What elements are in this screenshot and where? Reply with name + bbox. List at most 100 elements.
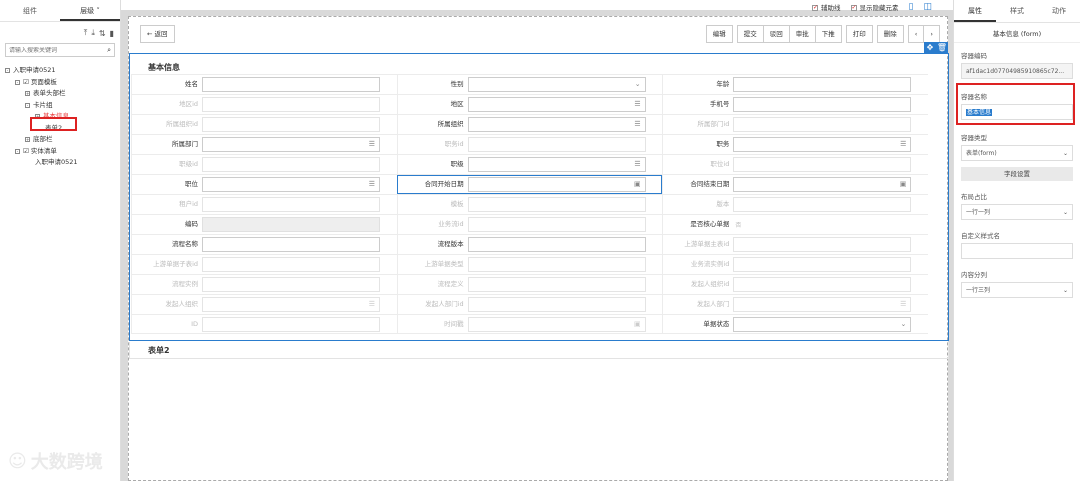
- collapse-icon[interactable]: -: [15, 79, 20, 85]
- tree-node[interactable]: + 表单头部栏: [0, 88, 120, 100]
- field-input[interactable]: [202, 217, 380, 232]
- tab-actions[interactable]: 动作: [1038, 0, 1080, 22]
- field-input[interactable]: ⌄: [467, 77, 646, 92]
- cols-select[interactable]: 一行三列 ⌄: [961, 282, 1073, 298]
- layout-split-icon[interactable]: ◫: [923, 2, 932, 12]
- field-input[interactable]: [733, 77, 912, 92]
- field-input[interactable]: [202, 237, 380, 252]
- field-input[interactable]: [733, 237, 912, 252]
- form-basic-info[interactable]: ✥ 🗑 基本信息 姓名 性别 ⌄ 年龄 地区id 地区 ☰ 手机号 所属组织id 所属组织 ☰ 所属部…: [129, 42, 949, 341]
- form-field[interactable]: 上游单据主表id: [662, 235, 928, 254]
- form-field[interactable]: 流程实例: [131, 275, 397, 294]
- form-field[interactable]: 年龄: [662, 75, 928, 94]
- delete-icon[interactable]: 🗑: [936, 42, 948, 54]
- form-field[interactable]: 手机号: [662, 95, 928, 114]
- type-select[interactable]: 表单(form) ⌄: [961, 145, 1073, 161]
- form-field[interactable]: 编码: [131, 215, 397, 234]
- tree-node[interactable]: - 卡片组: [0, 100, 120, 112]
- tree-node[interactable]: - ☑ 页面模板: [0, 77, 120, 89]
- form-field[interactable]: 上游单据类型: [396, 255, 663, 274]
- expand-icon[interactable]: +: [25, 137, 30, 143]
- tree-search[interactable]: ⌕: [5, 43, 115, 57]
- form-field[interactable]: 职级 ☰: [396, 155, 663, 174]
- field-input[interactable]: [733, 257, 912, 272]
- form-field[interactable]: 职位 ☰: [131, 175, 397, 194]
- form-field[interactable]: 职位id: [662, 155, 928, 174]
- field-input[interactable]: ☰: [733, 137, 912, 152]
- field-settings-button[interactable]: 字段设置: [961, 167, 1073, 181]
- layout-select[interactable]: 一行一列 ⌄: [961, 204, 1073, 220]
- form-field[interactable]: 时间戳 ▣: [396, 315, 663, 333]
- chart-icon[interactable]: ▮: [110, 29, 114, 38]
- form-field[interactable]: 职务 ☰: [662, 135, 928, 154]
- toolbar-button[interactable]: ›: [923, 25, 940, 43]
- field-input[interactable]: [202, 277, 380, 292]
- form-field[interactable]: 流程名称: [131, 235, 397, 254]
- form-field[interactable]: 发起人部门 ☰: [662, 295, 928, 314]
- form-field[interactable]: 合同结束日期 ▣: [662, 175, 928, 194]
- field-input[interactable]: ☰: [202, 177, 380, 192]
- export-icon[interactable]: ⤓: [91, 28, 95, 38]
- form-field[interactable]: 所属部门id: [662, 115, 928, 134]
- field-input[interactable]: [467, 277, 646, 292]
- style-name-input[interactable]: [961, 243, 1073, 259]
- form-field[interactable]: 租户id: [131, 195, 397, 214]
- form-field[interactable]: 流程版本: [396, 235, 663, 254]
- collapse-icon[interactable]: -: [25, 102, 30, 108]
- tab-hierarchy[interactable]: 层级 ˅: [60, 0, 120, 21]
- form-field[interactable]: 发起人组织id: [662, 275, 928, 294]
- form-field[interactable]: 所属部门 ☰: [131, 135, 397, 154]
- collapse-icon[interactable]: -: [5, 68, 10, 74]
- field-input[interactable]: [202, 257, 380, 272]
- form-field[interactable]: 版本: [662, 195, 928, 214]
- field-input[interactable]: ☰: [202, 137, 380, 152]
- field-input[interactable]: [202, 77, 380, 92]
- form-field[interactable]: 发起人组织 ☰: [131, 295, 397, 314]
- form-field[interactable]: 模板: [396, 195, 663, 214]
- field-input[interactable]: ☰: [467, 97, 646, 112]
- field-input[interactable]: [202, 316, 380, 332]
- toolbar-button[interactable]: 编辑: [705, 25, 733, 43]
- form-field[interactable]: 合同开始日期 ▣: [396, 175, 663, 194]
- field-input[interactable]: [467, 297, 646, 312]
- form-field[interactable]: 上游单据子表id: [131, 255, 397, 274]
- field-input[interactable]: [467, 217, 646, 232]
- toolbar-button[interactable]: 下推: [814, 25, 842, 43]
- form-field[interactable]: 流程定义: [396, 275, 663, 294]
- toolbar-button[interactable]: 审批: [788, 25, 816, 43]
- search-input[interactable]: [9, 46, 99, 54]
- toolbar-button[interactable]: 驳回: [762, 25, 790, 43]
- field-input[interactable]: ▣: [467, 316, 646, 332]
- collapse-icon[interactable]: -: [15, 148, 20, 154]
- tab-style[interactable]: 样式: [996, 0, 1038, 22]
- toolbar-button[interactable]: 打印: [845, 25, 873, 43]
- field-input[interactable]: [467, 137, 646, 152]
- field-input[interactable]: [467, 257, 646, 272]
- field-input[interactable]: [202, 197, 380, 212]
- form-field[interactable]: ID: [131, 315, 397, 333]
- toolbar-button[interactable]: 提交: [736, 25, 764, 43]
- search-icon[interactable]: ⌕: [107, 46, 111, 55]
- guide-lines-toggle[interactable]: ✓ 辅助线: [812, 2, 841, 12]
- field-input[interactable]: ☰: [467, 157, 646, 172]
- form-2[interactable]: 表单2: [129, 342, 949, 359]
- field-input[interactable]: [202, 157, 380, 172]
- form-field[interactable]: 性别 ⌄: [396, 75, 663, 94]
- form-field[interactable]: 是否核心单据否: [662, 215, 928, 234]
- form-field[interactable]: 业务流id: [396, 215, 663, 234]
- layout-single-icon[interactable]: ▯: [909, 2, 914, 12]
- code-field[interactable]: af1dac1d07704985910865c72...: [961, 63, 1073, 79]
- tab-properties[interactable]: 属性: [954, 0, 996, 22]
- tab-components[interactable]: 组件: [0, 0, 60, 21]
- field-input[interactable]: ☰: [202, 297, 380, 312]
- form-field[interactable]: 单据状态 ⌄: [662, 315, 928, 333]
- tree-node[interactable]: 入职申请0521: [0, 157, 120, 169]
- sort-icon[interactable]: ⇅: [99, 29, 106, 38]
- form-field[interactable]: 所属组织id: [131, 115, 397, 134]
- expand-icon[interactable]: +: [25, 91, 30, 97]
- form-field[interactable]: 所属组织 ☰: [396, 115, 663, 134]
- form-field[interactable]: 地区id: [131, 95, 397, 114]
- form-field[interactable]: 姓名: [131, 75, 397, 94]
- tree-node[interactable]: + 底部栏: [0, 134, 120, 146]
- back-button[interactable]: ← 返回: [140, 25, 175, 43]
